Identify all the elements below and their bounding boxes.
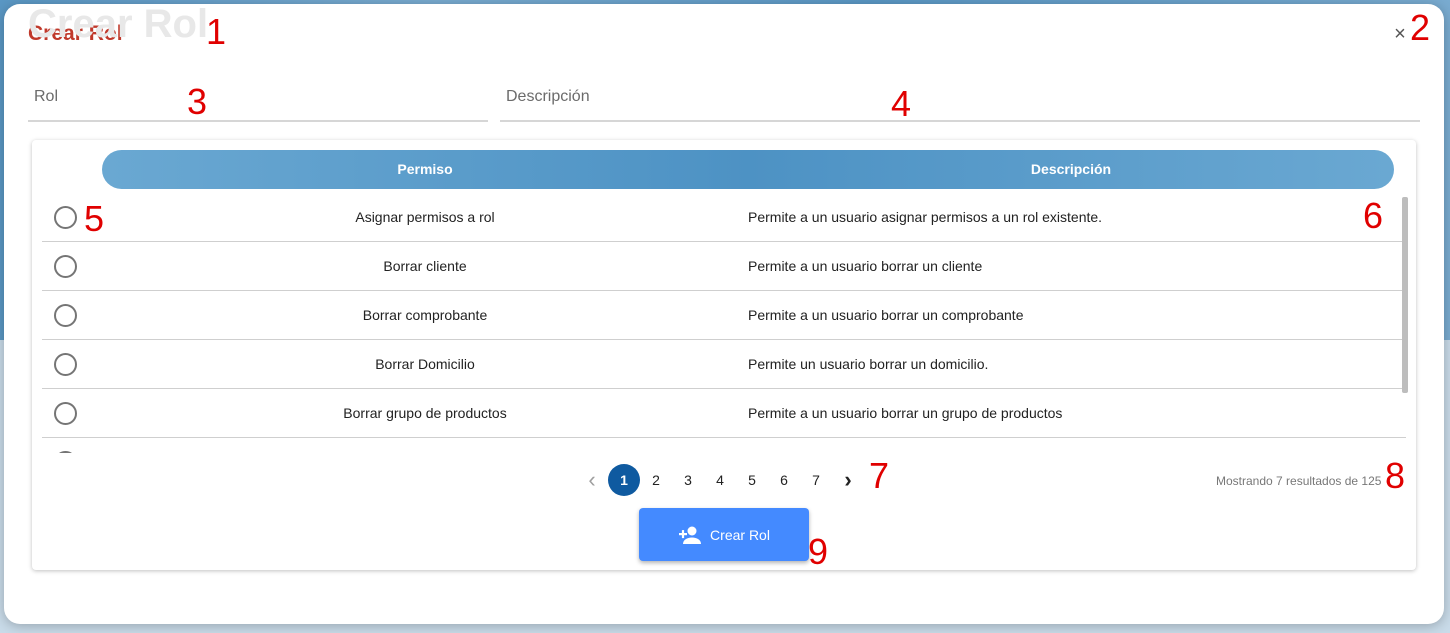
permiso-cell: Asignar permisos a rol bbox=[355, 209, 495, 225]
table-row: Borrar cliente Permite a un usuario borr… bbox=[42, 242, 1406, 291]
page-button-2[interactable]: 2 bbox=[640, 464, 672, 496]
page-button-1[interactable]: 1 bbox=[608, 464, 640, 496]
annotation-8: 8 bbox=[1385, 455, 1406, 496]
table-row: Asignar permisos a rol Permite a un usua… bbox=[42, 193, 1406, 242]
table-scrollbar[interactable] bbox=[1402, 197, 1408, 393]
create-role-modal: Crear Rol × Permiso Descripción Asignar … bbox=[4, 4, 1444, 624]
create-role-button-label: Crear Rol bbox=[710, 526, 770, 543]
annotation-2: 2 bbox=[1410, 7, 1431, 48]
permissions-card: Permiso Descripción Asignar permisos a r… bbox=[32, 140, 1416, 570]
permiso-cell: Borrar grupo de productos bbox=[343, 405, 507, 421]
row-select-radio[interactable] bbox=[54, 402, 77, 425]
table-row: Borrar grupo de productos Permite a un u… bbox=[42, 389, 1406, 438]
table-body: Asignar permisos a rol Permite a un usua… bbox=[42, 193, 1406, 453]
page-button-5[interactable]: 5 bbox=[736, 464, 768, 496]
descripcion-field bbox=[500, 74, 1420, 122]
chevron-right-icon[interactable]: › bbox=[832, 464, 864, 496]
row-select-radio[interactable] bbox=[54, 304, 77, 327]
page-button-3[interactable]: 3 bbox=[672, 464, 704, 496]
create-role-button[interactable]: Crear Rol bbox=[639, 508, 809, 561]
page-button-4[interactable]: 4 bbox=[704, 464, 736, 496]
row-select-radio[interactable] bbox=[54, 353, 77, 376]
annotation-4: 4 bbox=[891, 83, 912, 124]
rol-field bbox=[28, 74, 488, 122]
descripcion-cell: Permite un usuario borrar un domicilio. bbox=[748, 356, 989, 372]
background-page-title: Crear Rol bbox=[28, 2, 209, 46]
annotation-6: 6 bbox=[1363, 195, 1384, 236]
descripcion-cell: Permite a un usuario asignar permisos a … bbox=[748, 209, 1103, 225]
column-header-permiso[interactable]: Permiso bbox=[102, 150, 748, 189]
chevron-left-icon[interactable]: ‹ bbox=[576, 464, 608, 496]
row-select-radio[interactable] bbox=[54, 451, 77, 453]
table-row: Borrar comprobante Permite a un usuario … bbox=[42, 291, 1406, 340]
descripcion-cell: Permite a un usuario borrar un grupo de … bbox=[748, 405, 1063, 421]
permiso-cell: Borrar Domicilio bbox=[375, 356, 475, 372]
annotation-9: 9 bbox=[808, 531, 829, 572]
rol-input[interactable] bbox=[28, 74, 488, 120]
table-row: Borrar Domicilio Permite un usuario borr… bbox=[42, 340, 1406, 389]
page-button-6[interactable]: 6 bbox=[768, 464, 800, 496]
table-header: Permiso Descripción bbox=[102, 150, 1394, 189]
row-select-radio[interactable] bbox=[54, 255, 77, 278]
annotation-3: 3 bbox=[187, 81, 208, 122]
descripcion-input[interactable] bbox=[500, 74, 1420, 120]
table-row-partial bbox=[42, 438, 1406, 453]
permiso-cell: Borrar comprobante bbox=[362, 307, 488, 323]
column-header-descripcion[interactable]: Descripción bbox=[748, 150, 1394, 189]
close-button[interactable]: × bbox=[1390, 24, 1410, 44]
pagination: ‹ 1 2 3 4 5 6 7 › bbox=[576, 464, 864, 496]
descripcion-cell: Permite a un usuario borrar un cliente bbox=[748, 258, 983, 274]
result-count: Mostrando 7 resultados de 125 bbox=[1216, 474, 1382, 488]
annotation-5: 5 bbox=[84, 198, 105, 239]
permiso-cell: Borrar cliente bbox=[383, 258, 467, 274]
descripcion-cell: Permite a un usuario borrar un comproban… bbox=[748, 307, 1024, 323]
person-add-icon bbox=[679, 526, 702, 544]
annotation-7: 7 bbox=[869, 455, 890, 496]
annotation-1: 1 bbox=[206, 11, 227, 52]
page-button-7[interactable]: 7 bbox=[800, 464, 832, 496]
row-select-radio[interactable] bbox=[54, 206, 77, 229]
